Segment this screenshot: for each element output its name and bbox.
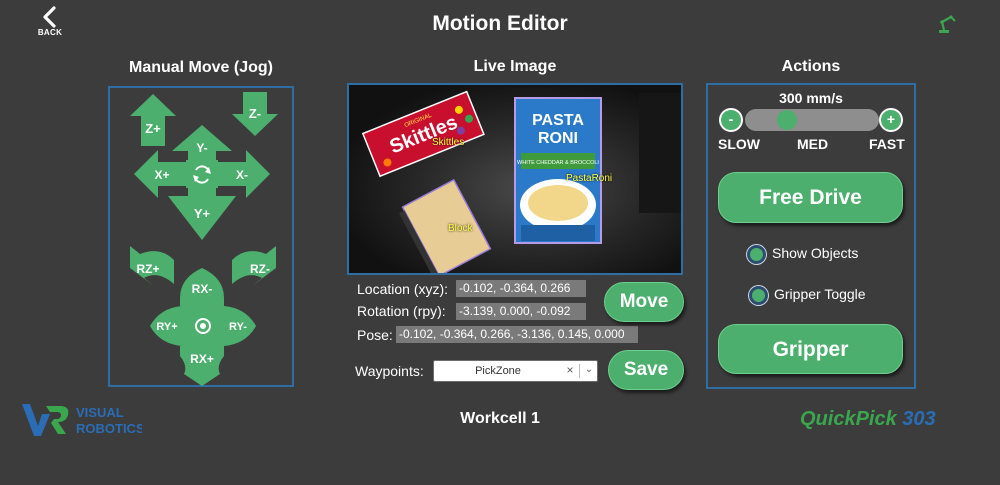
brand-line1: VISUAL [76,405,124,420]
jog-section-title: Manual Move (Jog) [128,59,273,76]
actions-title: Actions [781,58,841,75]
speed-slow-label: SLOW [718,136,760,152]
show-objects-radio[interactable] [747,245,766,264]
pose-label: Pose: [357,327,393,343]
jog-x-plus-label: X+ [154,168,169,182]
rotation-value: -3.139, 0.000, -0.092 [456,303,586,320]
rotation-label: Rotation (rpy): [357,303,446,319]
jog-y-plus-label: Y+ [194,206,211,221]
pastaroni-detection-label: PastaRoni [566,173,613,184]
speed-value: 300 mm/s [779,90,843,106]
skittles-detection-label: Skittles [432,137,465,148]
jog-ry-minus-button[interactable]: RY- [224,306,256,346]
pasta-line2-text: RONI [538,130,578,147]
speed-increase-button[interactable]: + [879,108,903,132]
product-name-part1: QuickPick [800,408,897,430]
gripper-button[interactable]: Gripper [718,324,903,374]
jog-rx-plus-label: RX+ [190,352,214,366]
show-objects-label: Show Objects [772,245,859,262]
product-name-part2: 303 [896,408,936,430]
waypoints-select[interactable]: PickZone × ⌄ [433,360,598,382]
workcell-label: Workcell 1 [460,410,540,427]
jog-z-plus-button[interactable]: Z+ [130,94,176,146]
select-divider [579,364,580,378]
block-detection-label: Block [448,223,473,234]
speed-fast-label: FAST [869,136,905,152]
jog-rz-minus-label: RZ- [250,262,270,276]
pasta-flavor-text: WHITE CHEDDAR & BROCCOLI [517,160,599,166]
jog-z-plus-label: Z+ [145,121,161,136]
gripper-toggle-radio[interactable] [749,286,768,305]
jog-rx-minus-button[interactable]: RX- [180,268,224,306]
jog-z-minus-label: Z- [249,106,261,121]
jog-rotation-center-button[interactable] [182,306,224,346]
speed-slider-thumb[interactable] [777,110,797,130]
location-value: -0.102, -0.364, 0.266 [456,280,586,297]
pose-value: -0.102, -0.364, 0.266, -3.136, 0.145, 0.… [396,326,638,343]
waypoint-selected-value: PickZone [475,365,521,377]
jog-ry-plus-label: RY+ [156,321,177,333]
jog-x-minus-button[interactable]: X- [218,150,270,198]
jog-rx-plus-button[interactable]: RX+ [180,346,224,386]
live-camera-view[interactable]: Skittles ORIGINAL PASTA RONI WHITE CHEDD… [347,83,683,275]
product-name: QuickPick 303 [800,408,936,431]
jog-rz-minus-button[interactable]: RZ- [232,246,276,286]
jog-y-minus-label: Y- [196,141,207,155]
page-title: Motion Editor [432,12,568,35]
gripper-toggle[interactable]: Gripper Toggle [749,286,866,305]
speed-med-label: MED [797,136,829,152]
jog-rz-plus-label: RZ+ [136,262,159,276]
show-objects-toggle[interactable]: Show Objects [747,245,858,264]
jog-x-minus-label: X- [236,168,248,182]
save-button[interactable]: Save [608,350,684,390]
pastaroni-package: PASTA RONI WHITE CHEDDAR & BROCCOLI [514,97,602,244]
move-button[interactable]: Move [604,282,684,322]
waypoints-label: Waypoints: [355,363,424,379]
pasta-line1-text: PASTA [532,112,584,129]
jog-center-reset-button[interactable] [186,160,218,188]
chevron-down-icon[interactable]: ⌄ [581,364,597,375]
speed-decrease-button[interactable]: - [719,108,743,132]
clear-x-icon[interactable]: × [563,363,577,377]
jog-panel: Z+ Z- Y- X+ X- Y+ RZ+ RZ- RX- RY+ RY- RX… [108,86,294,387]
free-drive-button[interactable]: Free Drive [718,172,903,223]
jog-ry-plus-button[interactable]: RY+ [150,306,182,346]
live-image-title: Live Image [473,58,557,75]
gripper-toggle-label: Gripper Toggle [774,286,866,303]
jog-y-plus-button[interactable]: Y+ [168,188,236,240]
jog-ry-minus-label: RY- [229,321,247,333]
jog-rx-minus-label: RX- [192,282,213,296]
jog-x-plus-button[interactable]: X+ [134,150,186,198]
jog-y-minus-button[interactable]: Y- [172,125,232,160]
jog-z-minus-button[interactable]: Z- [232,92,278,136]
robot-arm-icon[interactable] [936,12,958,34]
jog-rz-plus-button[interactable]: RZ+ [130,246,174,286]
location-label: Location (xyz): [357,281,449,297]
speed-slider-track[interactable] [745,109,879,131]
brand-line2: ROBOTICS [76,421,142,436]
camera-feed-image: Skittles ORIGINAL PASTA RONI WHITE CHEDD… [349,85,681,273]
visual-robotics-logo: VISUAL ROBOTICS [22,404,142,436]
